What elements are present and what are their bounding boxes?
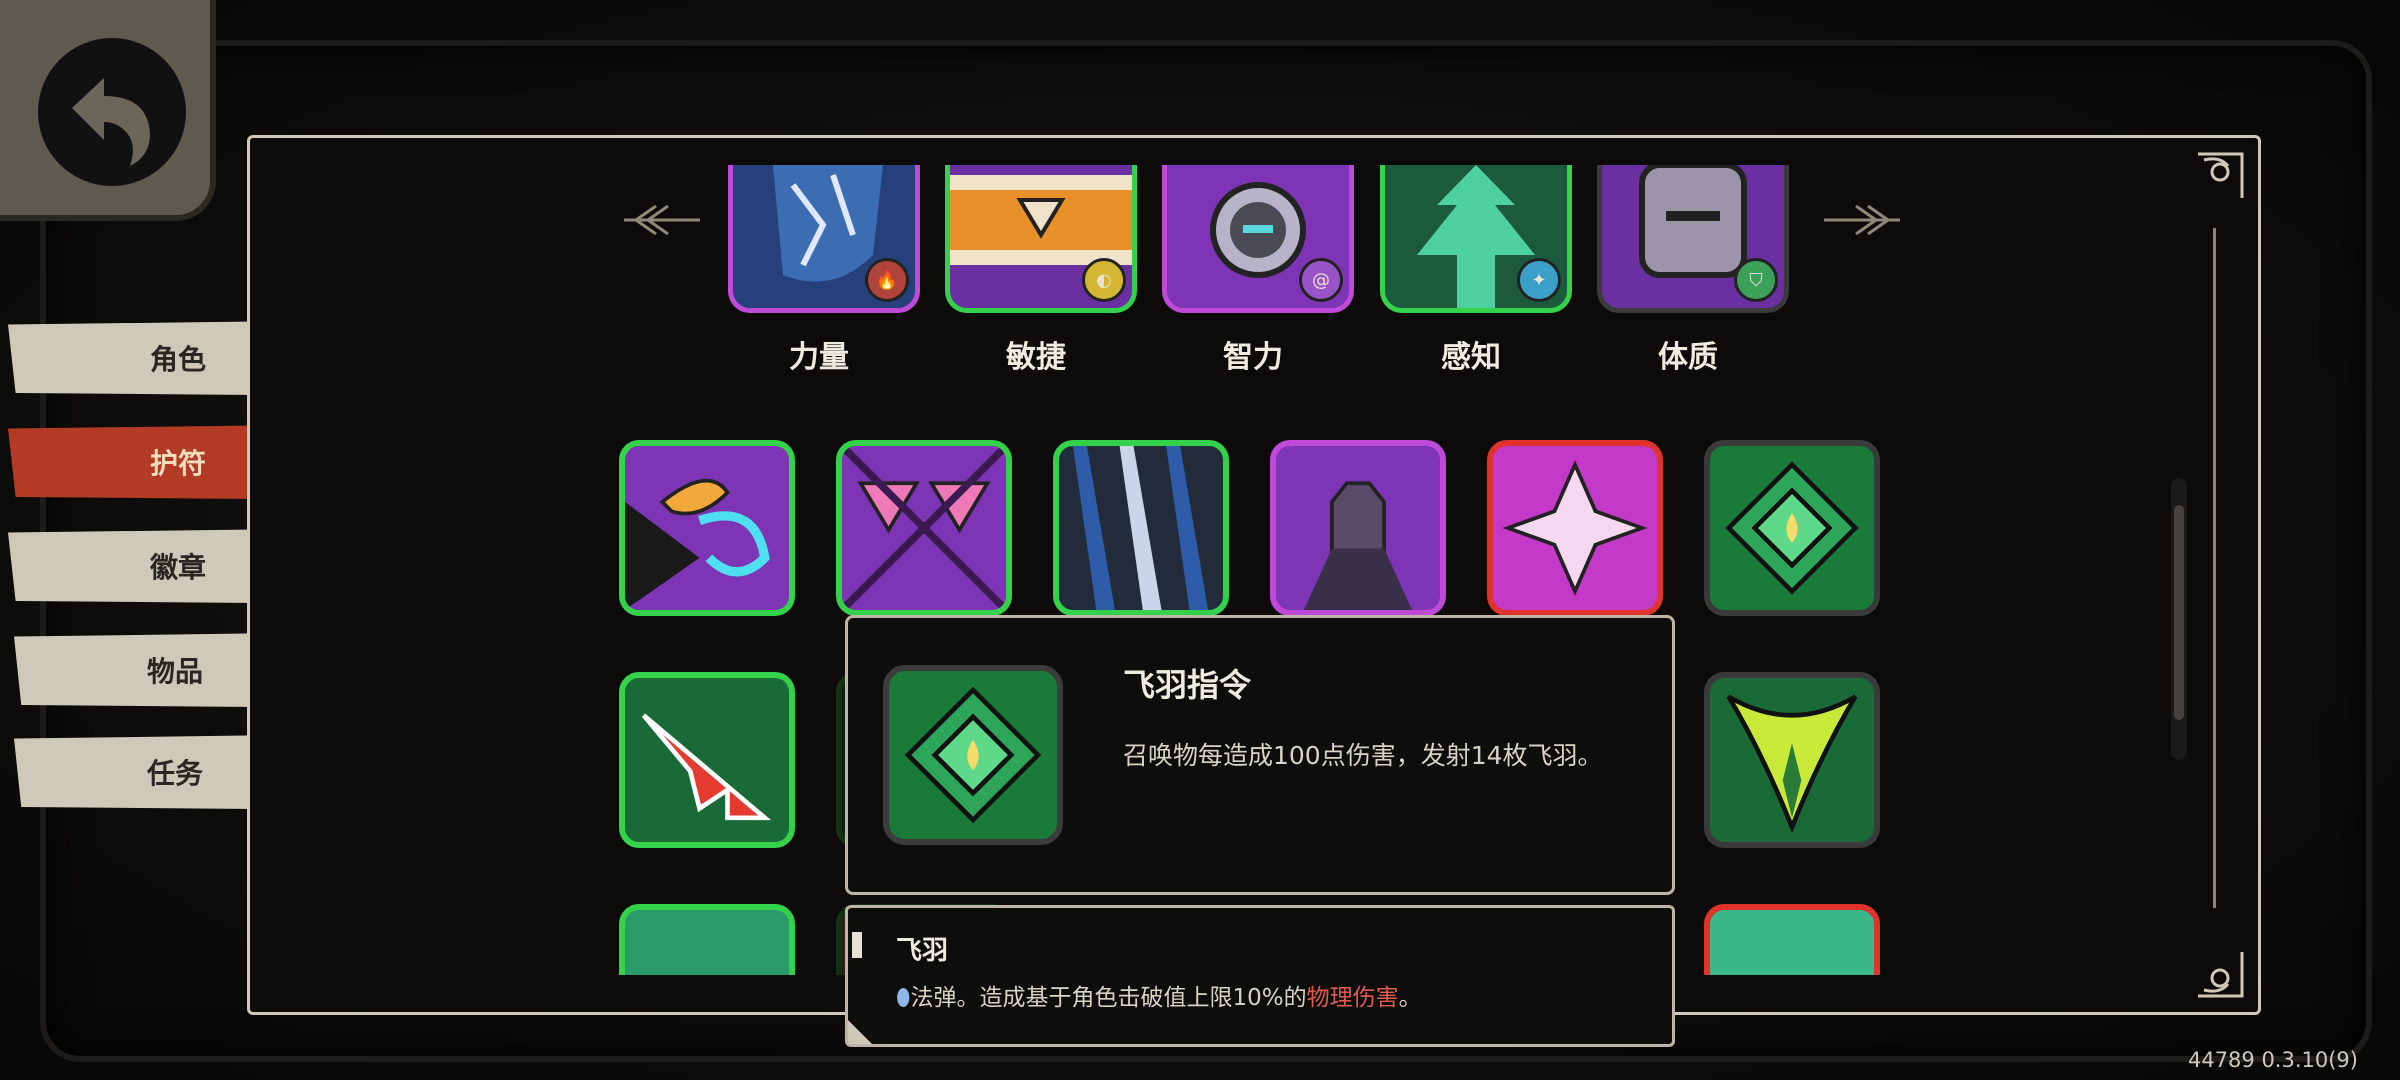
talisman-slot[interactable] (1704, 904, 1880, 975)
stat-intellect-icon[interactable]: @ (1162, 165, 1354, 313)
tab-label: 徽章 (149, 551, 206, 584)
scrollbar-thumb[interactable] (2174, 505, 2184, 720)
keyword-tooltip: 飞羽 ⬮法弹。造成基于角色击破值上限10%的物理伤害。 (845, 905, 1675, 1047)
claw-marks-icon (1072, 446, 1209, 610)
feather-command-icon (904, 686, 1042, 824)
tooltip-talisman-icon (883, 665, 1063, 845)
stat-label-strength: 力量 (789, 340, 849, 375)
tab-label: 任务 (146, 757, 203, 790)
keyword-highlight: 物理伤害 (1306, 985, 1399, 1011)
tab-label: 护符 (149, 447, 206, 480)
stat-agility-icon[interactable]: ◐ (945, 165, 1137, 313)
talisman-slot[interactable] (1270, 440, 1446, 616)
tooltip-title: 飞羽指令 (1123, 666, 1252, 704)
talisman-slot[interactable] (619, 672, 795, 848)
stat-label-constitution: 体质 (1658, 340, 1718, 375)
star-icon: ✦ (1517, 258, 1561, 302)
keyword-desc-prefix: 法弹。造成基于角色击破值上限10%的 (910, 985, 1307, 1011)
tower-icon (1303, 481, 1413, 610)
stat-constitution-icon[interactable]: ⛉ (1597, 165, 1789, 313)
talisman-slot[interactable] (1487, 440, 1663, 616)
keyword-description: ⬮法弹。造成基于角色击破值上限10%的物理伤害。 (896, 978, 1422, 1012)
talisman-slot[interactable] (836, 440, 1012, 616)
projectile-icon: ⬮ (896, 985, 911, 1011)
flame-icon: 🔥 (865, 258, 909, 302)
corner-ornament-icon (2198, 952, 2244, 998)
back-arrow-icon (72, 78, 150, 166)
stat-strength-icon[interactable]: 🔥 (728, 165, 920, 313)
talisman-slot[interactable] (1704, 440, 1880, 616)
tooltip-corner-ornament (848, 1020, 872, 1044)
stat-label-agility: 敏捷 (1006, 340, 1066, 375)
keyword-title: 飞羽 (896, 936, 949, 966)
talisman-slot[interactable] (619, 904, 795, 975)
shield-icon: ⛉ (1734, 258, 1778, 302)
stat-label-perception: 感知 (1441, 340, 1501, 375)
corner-ornament-icon (2198, 152, 2244, 198)
tab-label: 物品 (146, 655, 203, 688)
stat-label-intellect: 智力 (1223, 340, 1283, 375)
panel-divider (2213, 228, 2216, 908)
tooltip-description: 召唤物每造成100点伤害，发射14枚飞羽。 (1123, 741, 1603, 770)
talisman-tooltip: 飞羽指令 召唤物每造成100点伤害，发射14枚飞羽。 (845, 615, 1675, 895)
talisman-slot[interactable] (1053, 440, 1229, 616)
version-label: 44789 0.3.10(9) (2187, 1048, 2358, 1072)
tab-label: 角色 (149, 343, 206, 376)
crescent-icon: ◐ (1082, 258, 1126, 302)
warning-signs-icon (842, 446, 1006, 610)
winged-blade-icon (1726, 694, 1858, 834)
stat-perception-icon[interactable]: ✦ (1380, 165, 1572, 313)
keyword-marker (852, 932, 862, 958)
next-arrow-icon[interactable] (1822, 200, 1902, 240)
back-button[interactable] (0, 0, 216, 221)
prev-arrow-icon[interactable] (622, 200, 702, 240)
arrow-strike-icon (641, 713, 772, 821)
swirl-icon: @ (1299, 258, 1343, 302)
crest-icon (1502, 460, 1648, 596)
talisman-slot[interactable] (619, 440, 795, 616)
feather-wisp-icon (625, 478, 770, 610)
talisman-slot[interactable] (1704, 672, 1880, 848)
feather-command-icon (1725, 461, 1859, 595)
keyword-desc-suffix: 。 (1398, 985, 1422, 1011)
